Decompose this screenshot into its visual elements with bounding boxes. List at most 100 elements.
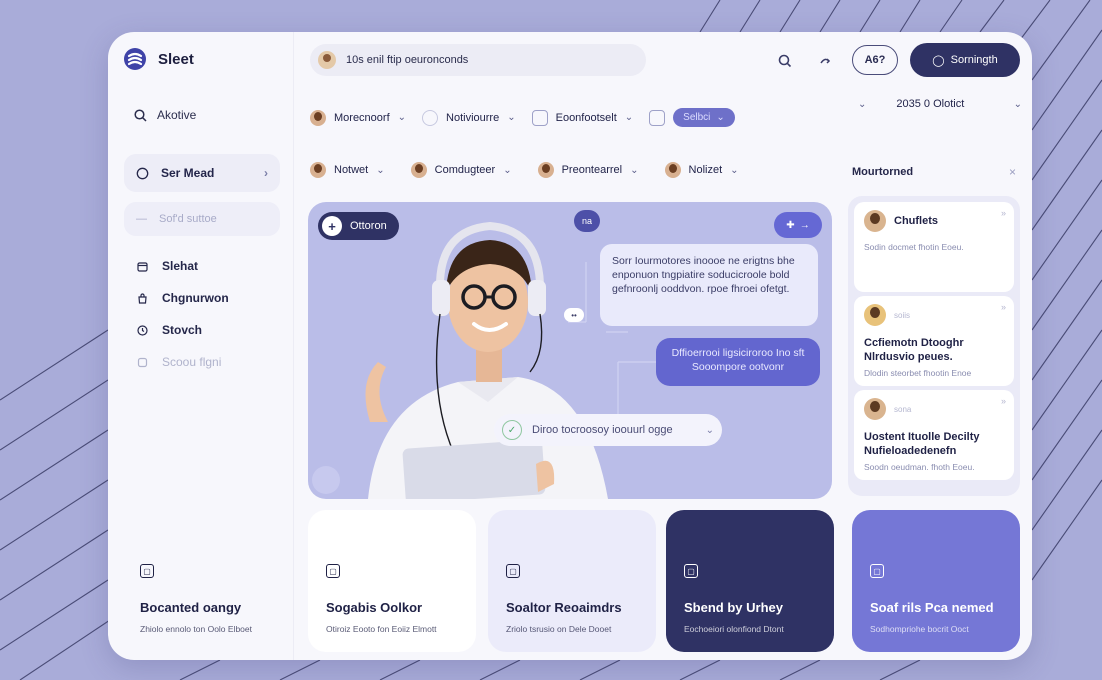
- avatar: [864, 210, 886, 232]
- mention-title: Ccfiemotn Dtooghr Nlrdusvio peues.: [864, 337, 964, 363]
- dismiss-icon[interactable]: »: [1001, 302, 1006, 312]
- person-filter-dropdown[interactable]: Comdugteer ⌄: [410, 162, 512, 178]
- sidebar-item[interactable]: Scoou flgni: [136, 346, 229, 378]
- feature-card[interactable]: ▢ Sbend by Urhey Eochoeiori olonfiond Dt…: [666, 510, 834, 652]
- sidebar-item-label: Ser Mead: [161, 166, 215, 180]
- mention-description: Soodn oeudman. fhoth Eoeu.: [864, 462, 975, 472]
- sidebar-item-placeholder[interactable]: — Sof'd suttoe: [124, 202, 280, 236]
- feature-card[interactable]: ▢ Soaltor Reoaimdrs Zriolo tsrusio on De…: [488, 510, 656, 652]
- date-filter-label: 2035 0 Olotict: [896, 98, 965, 110]
- mention-card[interactable]: » sona Uostent Ituolle Decilty Nufieload…: [854, 390, 1014, 480]
- feature-card-subtitle: Zriolo tsrusio on Dele Dooet: [506, 624, 612, 634]
- search-icon[interactable]: [772, 48, 798, 74]
- sidebar-item-label: Chgnurwon: [162, 291, 229, 305]
- sidebar-search[interactable]: Akotive: [134, 108, 196, 122]
- person-filter-dropdown[interactable]: Notwet ⌄: [310, 162, 385, 178]
- dash-icon: —: [136, 213, 147, 225]
- brand-logo-icon: [124, 48, 146, 70]
- mentions-panel: Mourtorned × » Chuflets Sodin docmet fho…: [848, 160, 1020, 496]
- sidebar-search-label: Akotive: [157, 108, 197, 122]
- feature-card-title: Sogabis Oolkor: [326, 600, 423, 615]
- feature-card-subtitle: Otiroiz Eooto fon Eoiiz Elmott: [326, 624, 437, 634]
- feature-card-subtitle: Eochoeiori olonfiond Dtont: [684, 624, 784, 634]
- feature-card[interactable]: ▢ Bocanted oangy Zhiolo ennolo ton Oolo …: [122, 510, 290, 652]
- calendar-icon: ▢: [684, 564, 698, 578]
- hero-next-button[interactable]: ✚ →: [774, 212, 822, 238]
- sidebar-item-active[interactable]: Ser Mead ›: [124, 154, 280, 192]
- calendar-icon: [136, 260, 148, 272]
- app-window: Sleet Akotive Ser Mead › — Sof'd suttoe …: [108, 32, 1032, 660]
- calendar-icon: ▢: [870, 564, 884, 578]
- avatar: [410, 162, 427, 178]
- sidebar-item[interactable]: Chgnurwon: [136, 282, 229, 314]
- filter-label: Preontearrel: [561, 164, 623, 176]
- primary-action-button[interactable]: ◯ Sorningth: [910, 43, 1020, 77]
- hero-next-label: →: [799, 219, 810, 231]
- sidebar-item[interactable]: Stovch: [136, 314, 229, 346]
- filter-dropdown[interactable]: Morecnoorf ⌄: [310, 109, 407, 126]
- chevron-down-icon: ⌄: [376, 164, 385, 176]
- avatar: [310, 109, 326, 126]
- filter-label: Nolizet: [688, 164, 723, 176]
- dismiss-icon[interactable]: »: [1001, 396, 1006, 406]
- square-icon: [531, 109, 548, 126]
- filter-label: Notiviourre: [446, 111, 500, 124]
- hero-badge[interactable]: na: [574, 210, 600, 232]
- filter-row-primary: Morecnoorf ⌄ Notiviourre ⌄ Eoonfootselt …: [310, 108, 735, 127]
- hero-add-label: Ottoron: [350, 220, 387, 232]
- filter-chip-wrap[interactable]: Selbci ⌄: [649, 108, 735, 127]
- mention-meta: soiis: [894, 310, 911, 320]
- calendar-icon: ▢: [506, 564, 520, 578]
- close-icon[interactable]: ×: [1009, 165, 1016, 179]
- avatar: [864, 398, 886, 420]
- square-icon: [649, 109, 666, 126]
- person-filter-dropdown[interactable]: Nolizet ⌄: [664, 162, 739, 178]
- chevron-down-icon: ⌄: [624, 112, 634, 123]
- filter-label: Morecnoorf: [334, 111, 390, 124]
- age-badge-button[interactable]: A6?: [852, 45, 898, 75]
- avatar: [318, 51, 336, 69]
- mention-description: Dlodin steorbet fhootin Enoe: [864, 368, 972, 378]
- sidebar-item-label: Scoou flgni: [162, 355, 222, 369]
- filter-chip[interactable]: Selbci ⌄: [673, 108, 735, 127]
- brand-name: Sleet: [158, 50, 194, 68]
- mention-card[interactable]: » soiis Ccfiemotn Dtooghr Nlrdusvio peue…: [854, 296, 1014, 386]
- avatar: [864, 304, 886, 326]
- mention-author: Chuflets: [894, 215, 938, 227]
- calendar-icon: ▢: [326, 564, 340, 578]
- filter-label: Notwet: [334, 164, 369, 176]
- brand[interactable]: Sleet: [124, 48, 194, 70]
- feature-card-title: Sbend by Urhey: [684, 600, 783, 615]
- primary-action-label: Sorningth: [950, 54, 998, 66]
- dismiss-icon[interactable]: »: [1001, 208, 1006, 218]
- date-filter-dropdown[interactable]: ⌄ 2035 0 Olotict ⌄: [846, 98, 1022, 110]
- mentions-panel-title: Mourtorned: [852, 166, 914, 178]
- person-filter-dropdown[interactable]: Preontearrel ⌄: [537, 162, 639, 178]
- filter-chip-label: Selbci: [683, 112, 711, 123]
- feature-card[interactable]: ▢ Soaf rils Pca nemed Sodhompriohe bocri…: [852, 510, 1020, 652]
- filter-dropdown[interactable]: Eoonfootselt ⌄: [531, 109, 634, 126]
- plus-icon: +: [322, 216, 342, 236]
- chevron-down-icon: ⌄: [397, 112, 407, 123]
- top-search-input[interactable]: 10s enil ftip oeuronconds: [310, 44, 646, 76]
- mention-meta: sona: [894, 404, 912, 414]
- avatar: [537, 162, 554, 178]
- chevron-down-icon: ⌄: [716, 112, 725, 123]
- hero-action-dropdown[interactable]: ✓ Diroo tocroosoy ioouurl ogge ⌄: [494, 414, 722, 446]
- sidebar-item-label: Sof'd suttoe: [159, 213, 217, 225]
- filter-dropdown[interactable]: Notiviourre ⌄: [422, 109, 516, 126]
- top-search-text: 10s enil ftip oeuronconds: [346, 54, 469, 66]
- user-icon: ◯: [932, 54, 945, 67]
- chat-bubble-incoming: Sorr Iourmotores inoooe ne erigtns bhe e…: [600, 244, 818, 326]
- check-icon: ✓: [502, 420, 522, 440]
- clock-icon: [136, 324, 148, 336]
- mention-card[interactable]: » Chuflets Sodin docmet fhotin Eoeu.: [854, 202, 1014, 292]
- sidebar-item[interactable]: Slehat: [136, 250, 229, 282]
- square-icon: [136, 356, 148, 368]
- plus-icon: ✚: [786, 219, 795, 231]
- bag-icon: [136, 292, 148, 304]
- hero-action-label: Diroo tocroosoy ioouurl ogge: [532, 424, 673, 436]
- share-icon[interactable]: [812, 48, 838, 74]
- hero-add-button[interactable]: + Ottoron: [318, 212, 399, 240]
- feature-card[interactable]: ▢ Sogabis Oolkor Otiroiz Eooto fon Eoiiz…: [308, 510, 476, 652]
